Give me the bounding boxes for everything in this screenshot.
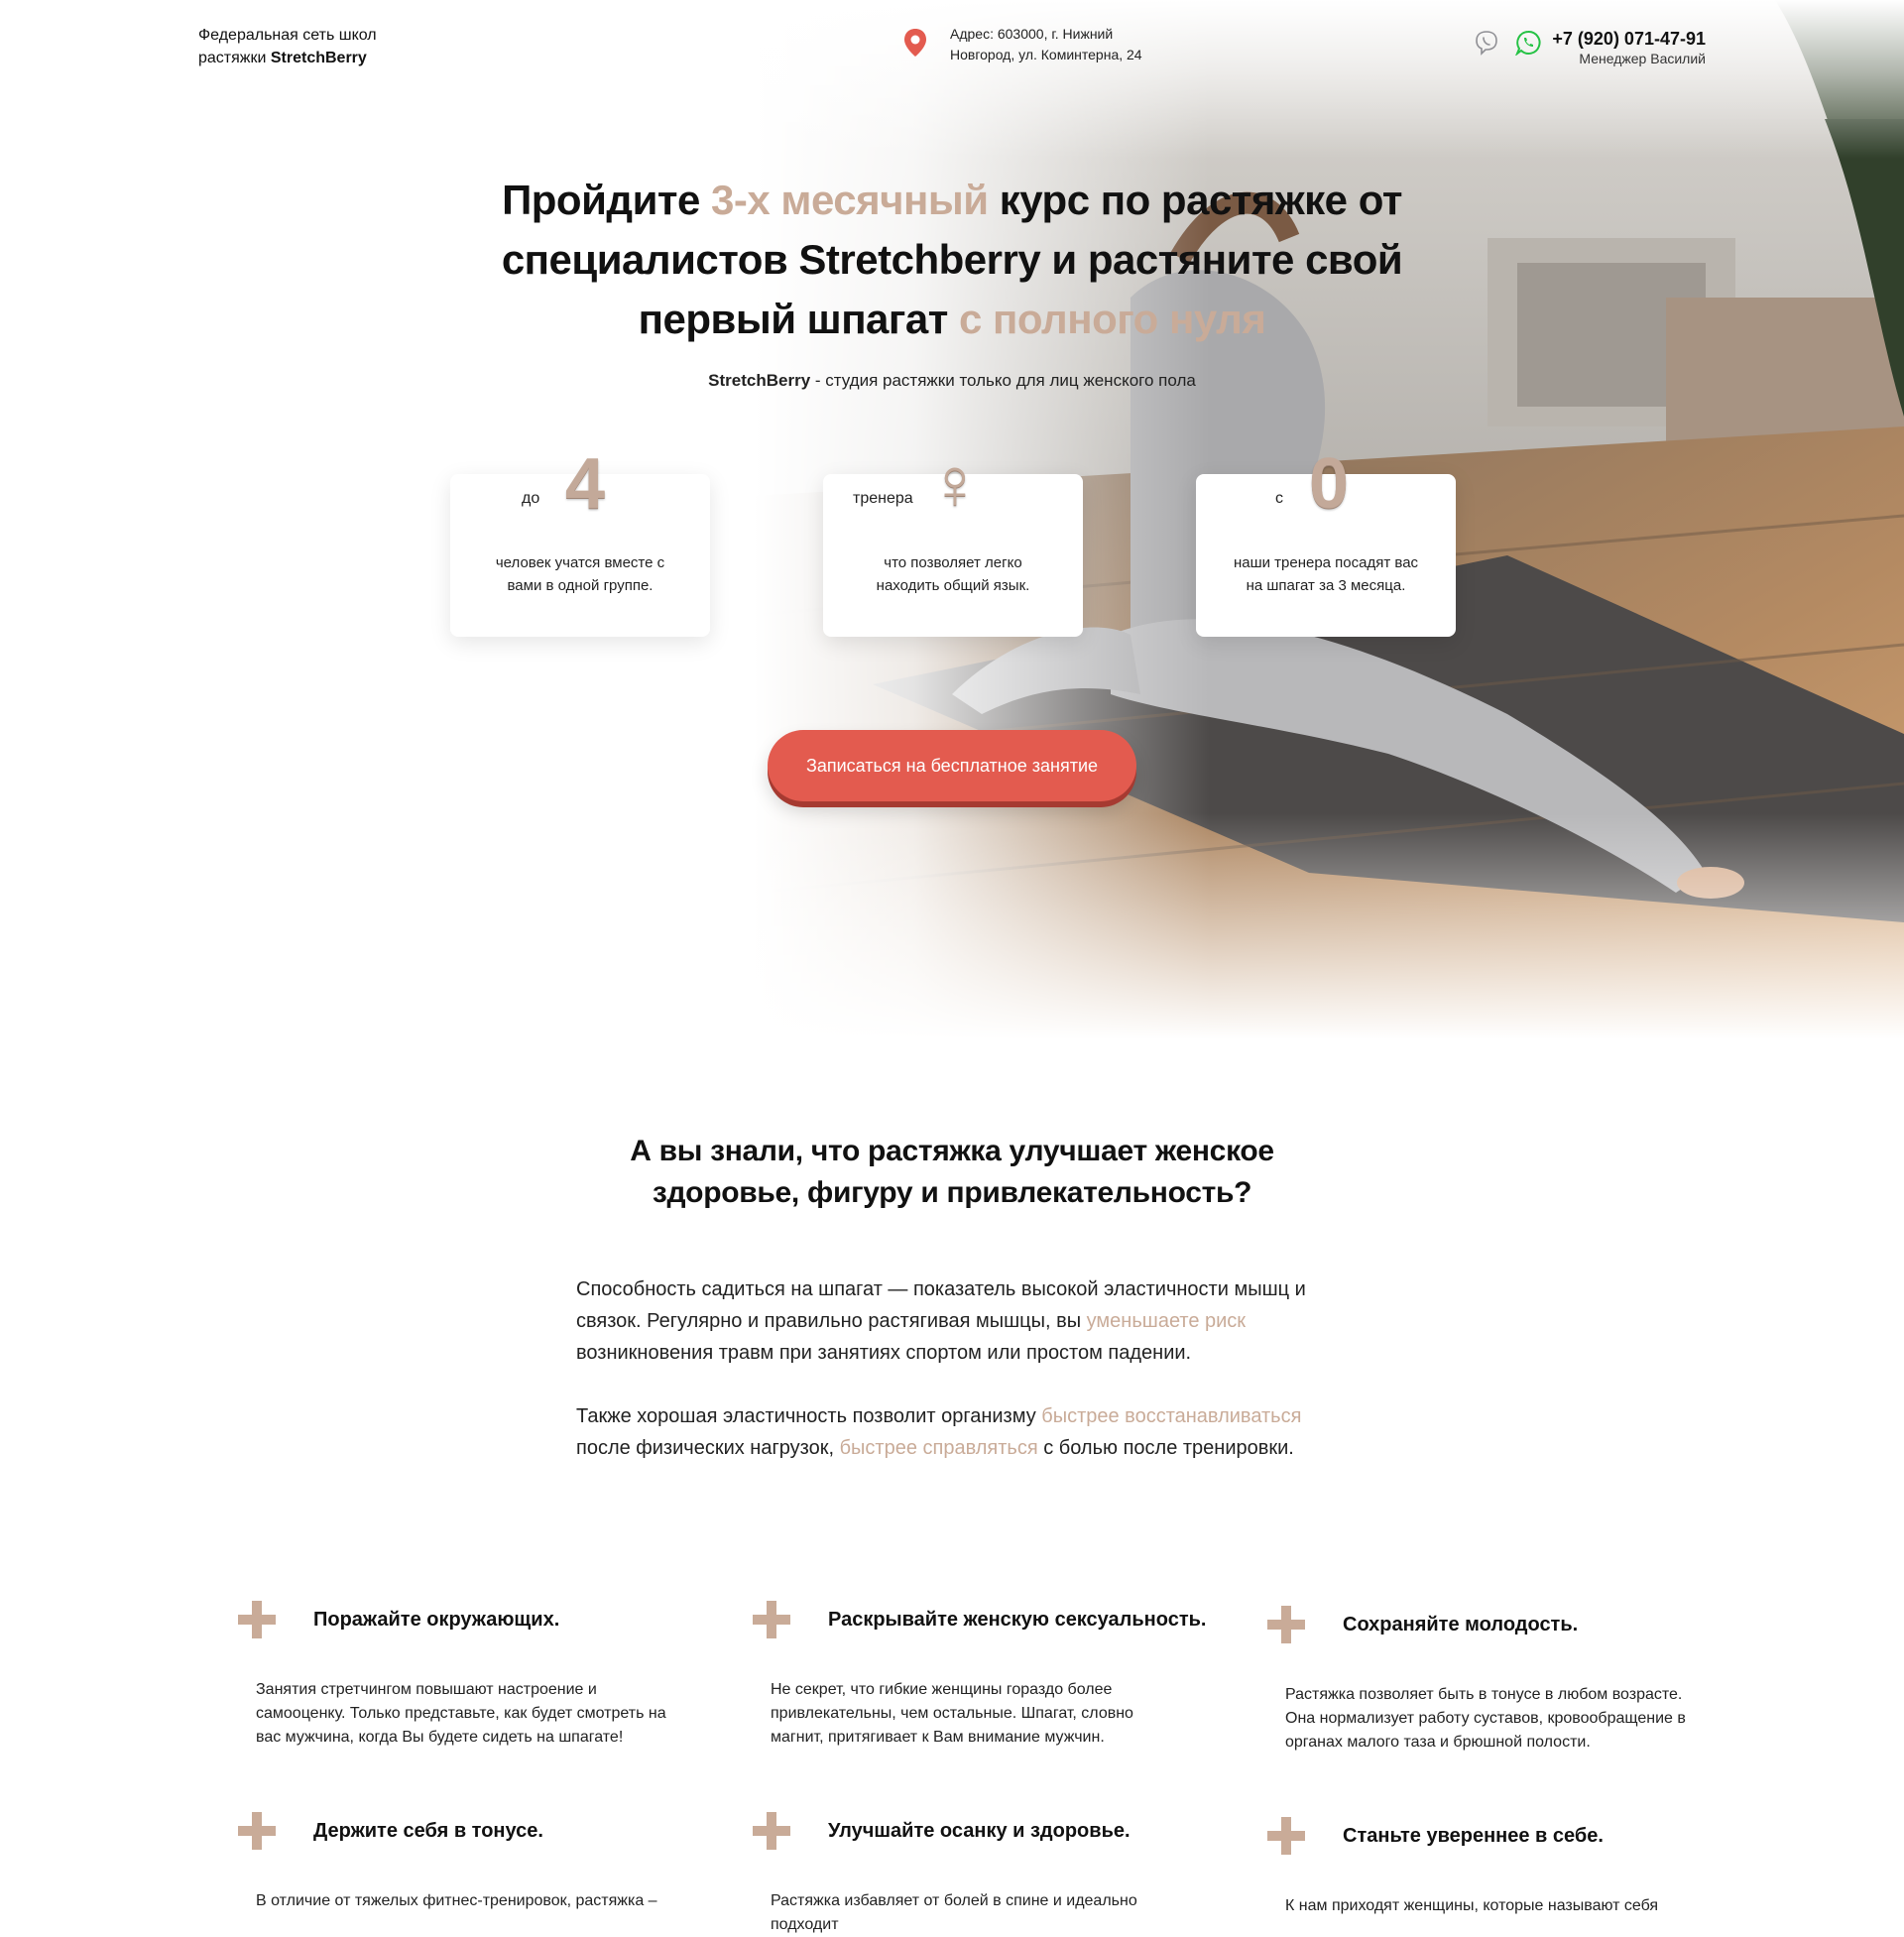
benefit-text: К нам приходят женщины, которые называют…: [1285, 1897, 1659, 1914]
viber-icon[interactable]: [1474, 30, 1499, 56]
info-text-accent: быстрее справляться: [839, 1437, 1038, 1459]
benefit-title: Поражайте окружающих.: [313, 1609, 560, 1631]
address-line1: Адрес: 603000, г. Нижний: [950, 26, 1114, 42]
plus-icon: [1267, 1817, 1305, 1855]
signup-free-class-button[interactable]: Записаться на бесплатное занятие: [768, 730, 1136, 801]
female-symbol-icon: ♀: [928, 444, 982, 524]
info-text-accent: быстрее восстанавливаться: [1041, 1405, 1302, 1427]
stat-card: тренера ♀ что позволяет легко находить о…: [823, 444, 1083, 637]
benefit-text: Не секрет, что гибкие женщины гораздо бо…: [771, 1681, 1133, 1746]
info-text: возникновения травм при занятиях спортом…: [576, 1342, 1192, 1364]
hero-title-part: Пройдите: [502, 177, 711, 223]
site-header: Федеральная сеть школ растяжки StretchBe…: [0, 0, 1904, 89]
benefit-title: Раскрывайте женскую сексуальность.: [828, 1609, 1207, 1631]
stat-number: 4: [565, 444, 606, 524]
info-text: с болью после тренировки.: [1037, 1437, 1294, 1459]
location-pin-icon: [904, 29, 926, 57]
benefit-title: Улучшайте осанку и здоровье.: [828, 1820, 1130, 1842]
stat-card: до 4 человек учатся вместе с вами в одно…: [450, 444, 710, 637]
info-text: Также хорошая эластичность позволит орга…: [576, 1405, 1042, 1427]
benefit-text: Растяжка позволяет быть в тонусе в любом…: [1285, 1686, 1686, 1751]
plus-icon: [753, 1601, 790, 1638]
plus-icon: [238, 1601, 276, 1638]
stat-prefix: до: [522, 490, 540, 507]
info-paragraph: Способность садиться на шпагат — показат…: [576, 1273, 1330, 1369]
phone-link[interactable]: +7 (920) 071-47-91: [1552, 28, 1706, 50]
address-line2: Новгород, ул. Коминтерна, 24: [950, 47, 1142, 62]
hero-subtitle-text: - студия растяжки только для лиц женског…: [810, 371, 1196, 390]
hero-title-accent: с полного нуля: [959, 296, 1266, 342]
manager-name: Менеджер Василий: [1579, 51, 1706, 66]
hero-title-accent: 3-х месячный: [711, 177, 989, 223]
plus-icon: [238, 1812, 276, 1850]
plus-icon: [1267, 1606, 1305, 1643]
address-block: Адрес: 603000, г. Нижний Новгород, ул. К…: [902, 24, 1158, 65]
benefit-text: В отличие от тяжелых фитнес-тренировок, …: [256, 1892, 657, 1909]
section-title: А вы знали, что растяжка улучшает женско…: [630, 1135, 1274, 1209]
brand-line1: Федеральная сеть школ: [198, 27, 377, 44]
stat-prefix: тренера: [853, 490, 913, 507]
stat-number: 0: [1309, 444, 1350, 524]
stat-description: что позволяет легко находить общий язык.: [876, 554, 1030, 594]
info-text-accent: уменьшаете риск: [1086, 1310, 1247, 1332]
contact-block: +7 (920) 071-47-91 Менеджер Василий: [1552, 28, 1706, 67]
benefit-title: Станьте увереннее в себе.: [1343, 1825, 1604, 1847]
brand-line2: растяжки StretchBerry: [198, 47, 416, 69]
stat-description: человек учатся вместе с вами в одной гру…: [495, 554, 665, 594]
stat-card: с 0 наши тренера посадят вас на шпагат з…: [1196, 444, 1456, 637]
benefit-title: Сохраняйте молодость.: [1343, 1614, 1579, 1635]
benefit-title: Держите себя в тонусе.: [313, 1820, 543, 1842]
info-paragraph: Также хорошая эластичность позволит орга…: [576, 1400, 1330, 1464]
hero-subtitle-brand: StretchBerry: [708, 371, 811, 390]
messengers: [1474, 30, 1541, 57]
info-text: после физических нагрузок,: [576, 1437, 840, 1459]
benefit-text: Занятия стретчингом повышают настроение …: [256, 1681, 666, 1746]
photo-fade: [754, 813, 1904, 1051]
brand[interactable]: Федеральная сеть школ растяжки StretchBe…: [198, 24, 416, 69]
hero-title: Пройдите 3-х месячный курс по растяжке о…: [436, 171, 1468, 349]
benefit-text: Растяжка избавляет от болей в спине и ид…: [771, 1892, 1137, 1933]
whatsapp-icon[interactable]: [1514, 30, 1541, 57]
hero-subtitle: StretchBerry - студия растяжки только дл…: [555, 371, 1349, 391]
plus-icon: [753, 1812, 790, 1850]
stat-prefix: с: [1275, 490, 1283, 507]
stat-description: наши тренера посадят вас на шпагат за 3 …: [1233, 554, 1419, 594]
address-text: Адрес: 603000, г. Нижний Новгород, ул. К…: [950, 24, 1158, 65]
brand-line2-prefix: растяжки: [198, 50, 271, 66]
brand-name: StretchBerry: [270, 50, 367, 66]
